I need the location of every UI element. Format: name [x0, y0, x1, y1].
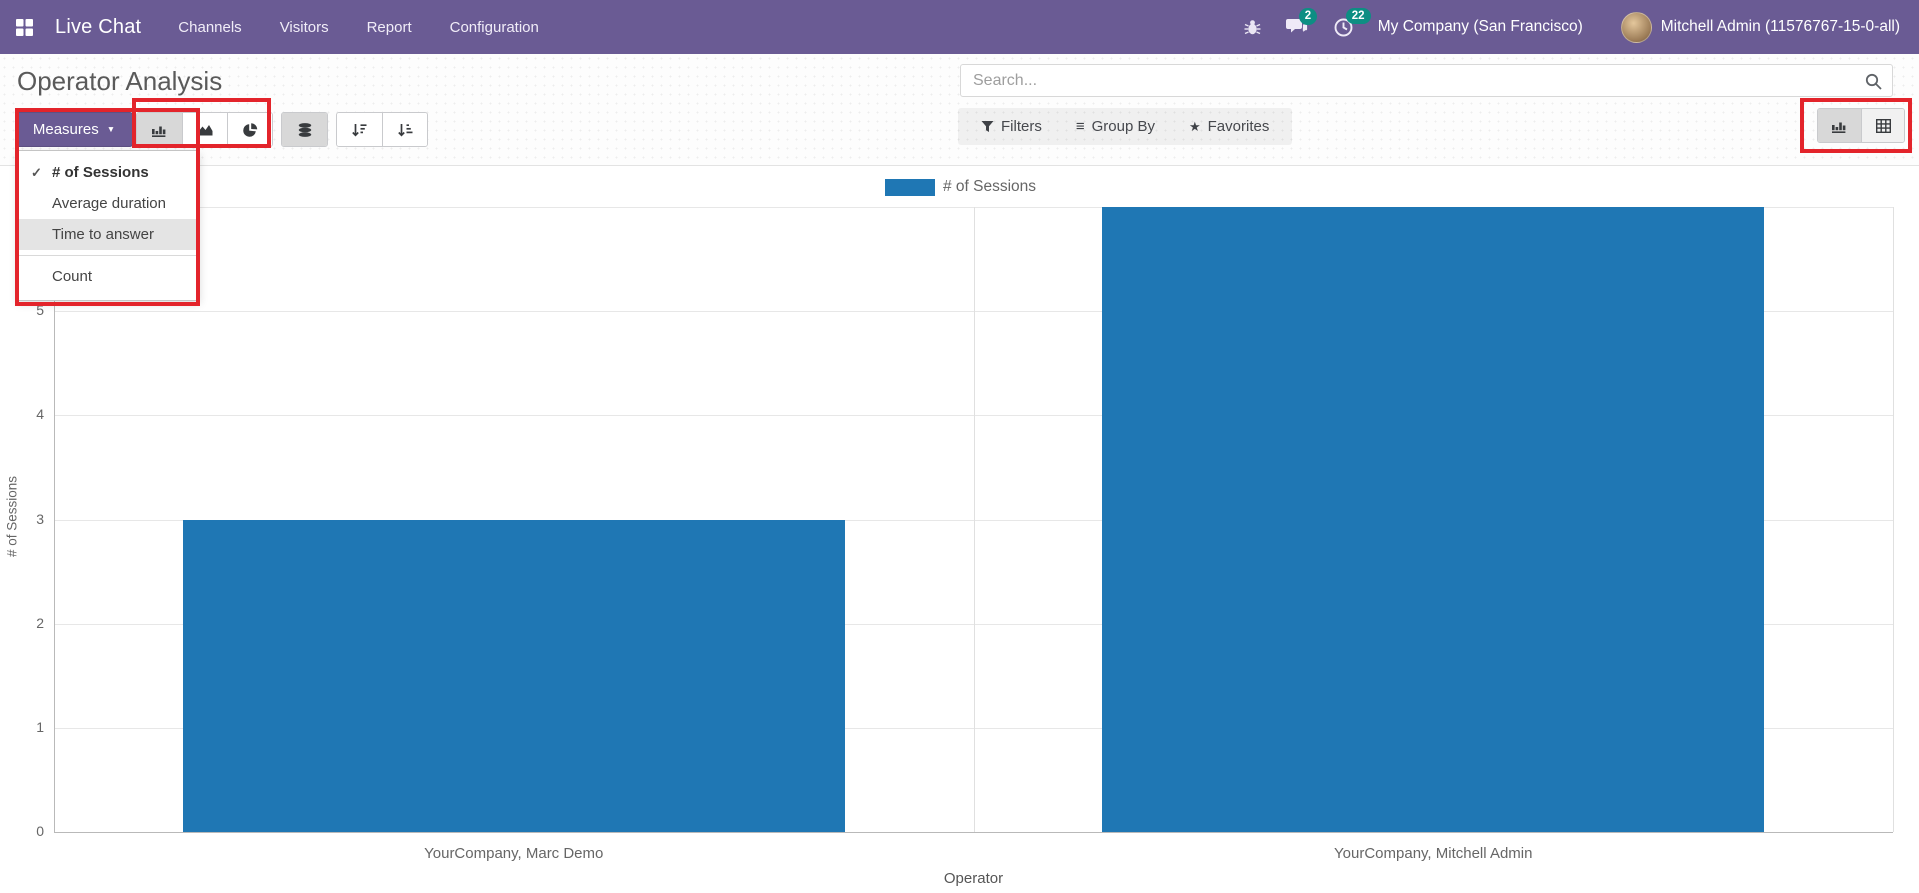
x-category-label: YourCompany, Marc Demo — [424, 845, 604, 862]
page-title: Operator Analysis — [17, 66, 223, 96]
line-chart-button[interactable] — [182, 113, 227, 146]
x-category-label: YourCompany, Mitchell Admin — [1334, 845, 1533, 862]
filter-funnel-icon — [981, 121, 994, 132]
sort-ascending-icon — [397, 123, 412, 137]
favorites-star-icon: ★ — [1188, 118, 1201, 134]
pivot-grid-icon — [1875, 118, 1891, 133]
graph-view-button[interactable] — [1818, 109, 1861, 142]
y-tick-label: 2 — [36, 614, 44, 631]
measures-button[interactable]: Measures ▼ — [15, 112, 133, 147]
area-chart-icon — [198, 124, 212, 135]
measure-item-average-duration[interactable]: Average duration — [18, 188, 199, 219]
stacked-database-icon — [298, 122, 311, 137]
company-switcher[interactable]: My Company (San Francisco) — [1378, 18, 1583, 36]
gridline — [1893, 207, 1894, 832]
messages-badge: 2 — [1298, 8, 1318, 25]
nav-menu: Channels Visitors Report Configuration — [176, 15, 541, 40]
y-tick-label: 0 — [36, 823, 44, 839]
search-box — [960, 64, 1893, 97]
caret-down-icon: ▼ — [106, 124, 116, 135]
search-input[interactable] — [961, 65, 1892, 96]
y-tick-label: 4 — [36, 406, 44, 423]
sort-button-group — [336, 112, 428, 147]
stacked-toggle-group — [281, 112, 328, 147]
pie-chart-button[interactable] — [227, 113, 272, 146]
group-by-button[interactable]: ≡ Group By — [1061, 108, 1170, 145]
pie-chart-icon — [242, 122, 257, 137]
nav-item-visitors[interactable]: Visitors — [278, 15, 331, 40]
chart-type-button-group — [136, 112, 273, 147]
user-name: Mitchell Admin (11576767-15-0-all) — [1660, 18, 1900, 35]
search-icon — [1864, 72, 1883, 96]
menu-separator — [19, 255, 198, 256]
top-navbar: Live Chat Channels Visitors Report Confi… — [0, 0, 1919, 54]
gridline — [54, 832, 1893, 833]
x-axis-title: Operator — [943, 870, 1004, 887]
pivot-view-button[interactable] — [1861, 109, 1904, 142]
y-tick-label: 5 — [36, 302, 44, 319]
nav-item-report[interactable]: Report — [365, 15, 414, 40]
filters-button[interactable]: Filters — [966, 108, 1057, 145]
messages-icon[interactable]: 2 — [1285, 8, 1318, 37]
debug-bug-icon[interactable] — [1243, 18, 1262, 37]
activities-badge: 22 — [1345, 7, 1371, 25]
chart-legend[interactable]: # of Sessions — [885, 178, 1036, 196]
bar-chart-button[interactable] — [137, 113, 182, 146]
bar[interactable] — [1102, 207, 1765, 832]
sort-descending-button[interactable] — [337, 113, 382, 146]
view-switcher — [1817, 108, 1905, 143]
bar-chart: # of Sessions # of Sessions Operator 012… — [0, 167, 1919, 893]
app-name[interactable]: Live Chat — [55, 16, 141, 39]
legend-swatch — [885, 178, 935, 196]
gridline — [973, 207, 975, 832]
nav-item-channels[interactable]: Channels — [176, 15, 243, 40]
user-avatar[interactable] — [1620, 11, 1652, 43]
filter-bar: Filters ≡ Group By ★ Favorites — [958, 108, 1293, 145]
sort-ascending-button[interactable] — [382, 113, 427, 146]
group-by-icon: ≡ — [1075, 118, 1085, 135]
measure-item-time-to-answer[interactable]: Time to answer — [18, 219, 199, 250]
legend-label: # of Sessions — [943, 178, 1037, 195]
user-menu[interactable]: Mitchell Admin (11576767-15-0-all) — [1620, 11, 1900, 43]
activities-clock-icon[interactable]: 22 — [1333, 7, 1371, 38]
measures-dropdown-menu: ✓ # of Sessions Average duration Time to… — [17, 150, 200, 301]
graph-view-icon — [1832, 122, 1846, 133]
stacked-button[interactable] — [282, 113, 327, 146]
measure-item-count[interactable]: Count — [18, 261, 199, 292]
nav-item-configuration[interactable]: Configuration — [448, 15, 541, 40]
favorites-button[interactable]: ★ Favorites — [1174, 108, 1284, 145]
y-tick-label: 3 — [36, 510, 44, 527]
y-tick-label: 1 — [36, 718, 44, 735]
apps-grid-icon[interactable] — [16, 14, 42, 40]
sort-descending-icon — [352, 123, 367, 137]
bar[interactable] — [182, 519, 845, 832]
navbar-right: 2 22 My Company (San Francisco) Mitchell… — [1243, 7, 1900, 43]
check-icon: ✓ — [31, 165, 42, 180]
control-panel: Operator Analysis Measures ▼ Search... F… — [0, 54, 1919, 166]
bar-chart-icon — [152, 126, 166, 137]
measure-item-sessions[interactable]: ✓ # of Sessions — [18, 157, 199, 188]
